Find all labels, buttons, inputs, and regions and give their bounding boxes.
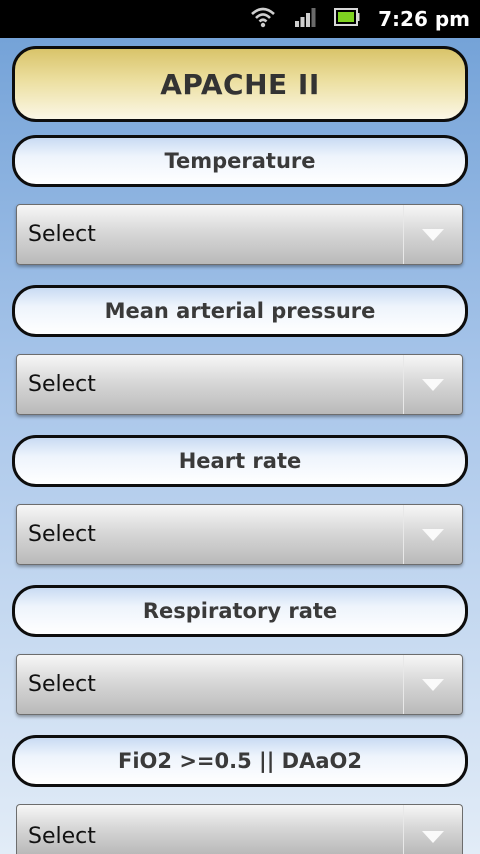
chevron-down-icon[interactable] <box>404 205 462 264</box>
select-value: Select <box>28 672 96 697</box>
chevron-down-icon[interactable] <box>404 655 462 714</box>
chevron-down-icon[interactable] <box>404 805 462 854</box>
field-label-text: Mean arterial pressure <box>104 299 376 323</box>
field-label-fio2: FiO2 >=0.5 || DAaO2 <box>12 735 468 787</box>
chevron-down-icon[interactable] <box>404 505 462 564</box>
select-value: Select <box>28 372 96 397</box>
select-value: Select <box>28 222 96 247</box>
select-value: Select <box>28 824 96 849</box>
field-label-heart-rate: Heart rate <box>12 435 468 487</box>
field-label-text: FiO2 >=0.5 || DAaO2 <box>118 749 362 773</box>
status-time: 7:26 pm <box>378 7 470 31</box>
respiratory-rate-select[interactable]: Select <box>16 654 463 715</box>
app-title-banner: APACHE II <box>12 46 468 122</box>
field-label-respiratory-rate: Respiratory rate <box>12 585 468 637</box>
field-label-text: Temperature <box>164 149 316 173</box>
fio2-select[interactable]: Select <box>16 804 463 854</box>
chevron-down-icon[interactable] <box>404 355 462 414</box>
temperature-select[interactable]: Select <box>16 204 463 265</box>
status-bar: 7:26 pm <box>0 0 480 38</box>
battery-icon <box>334 8 360 30</box>
field-label-temperature: Temperature <box>12 135 468 187</box>
mean-arterial-pressure-select[interactable]: Select <box>16 354 463 415</box>
signal-icon <box>294 7 316 31</box>
heart-rate-select[interactable]: Select <box>16 504 463 565</box>
field-label-text: Heart rate <box>178 449 302 473</box>
wifi-icon <box>250 6 276 32</box>
select-value: Select <box>28 522 96 547</box>
field-label-text: Respiratory rate <box>142 599 338 623</box>
app-title: APACHE II <box>160 67 320 101</box>
field-label-mean-arterial-pressure: Mean arterial pressure <box>12 285 468 337</box>
